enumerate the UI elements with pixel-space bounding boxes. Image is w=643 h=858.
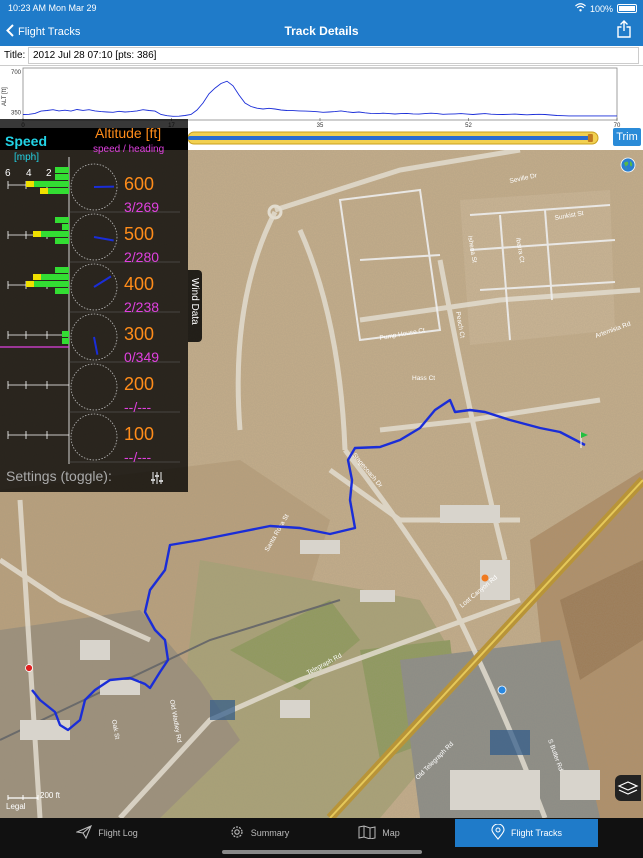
track-slider-row: Trim xyxy=(188,128,643,150)
sliders-icon[interactable] xyxy=(150,471,164,490)
wind-chart: Speed [mph] Altitude [ft] speed / headin… xyxy=(0,125,180,464)
settings-label: Settings (toggle): xyxy=(6,468,112,484)
street-label: Hass Ct xyxy=(412,375,435,382)
wind-row: 400 2/238 xyxy=(7,263,180,315)
speed-tick: 4 xyxy=(26,168,32,179)
battery-percent: 100% xyxy=(589,3,613,14)
tab-summary[interactable]: Summary xyxy=(214,819,304,847)
wind-row: 300 0/349 xyxy=(0,313,180,365)
profile-ylabel: ALT [ft] xyxy=(2,87,8,106)
battery-icon xyxy=(617,4,637,13)
tab-label: Map xyxy=(382,828,400,838)
heading-arrow xyxy=(93,236,114,242)
page-title: Track Details xyxy=(284,24,359,38)
tab-label: Flight Log xyxy=(98,828,138,838)
speed-unit: [mph] xyxy=(14,152,39,163)
row-speed-heading: --/--- xyxy=(124,449,152,464)
slider-fill xyxy=(188,136,590,140)
speed-bar xyxy=(55,217,69,223)
profile-y-ticks: 700 350 xyxy=(11,70,22,116)
profile-y-tick: 700 xyxy=(11,70,22,76)
speed-bar xyxy=(41,231,69,237)
row-speed-heading: 2/238 xyxy=(124,299,159,315)
speed-bar xyxy=(55,267,69,273)
speed-bar xyxy=(34,181,69,187)
row-altitude: 400 xyxy=(124,274,154,294)
wifi-icon xyxy=(575,3,586,14)
track-title-row: Title: 2012 Jul 28 07:10 [pts: 386] xyxy=(0,46,643,66)
wind-row: 200 --/--- xyxy=(7,363,180,415)
settings-toggle[interactable]: Settings (toggle): xyxy=(6,468,112,484)
wind-data-panel: Speed [mph] Altitude [ft] speed / headin… xyxy=(0,119,188,492)
speed-bar xyxy=(55,288,69,294)
legal-link[interactable]: Legal xyxy=(6,802,26,811)
altitude-title: Altitude [ft] xyxy=(95,125,161,141)
heading-dial xyxy=(70,363,118,411)
speed-bar xyxy=(62,224,69,230)
map-icon xyxy=(358,825,376,841)
speed-tick: 2 xyxy=(46,168,52,179)
tab-flight-log[interactable]: Flight Log xyxy=(0,819,214,847)
row-speed-heading: 0/349 xyxy=(124,349,159,365)
wind-data-tab[interactable]: Wind Data xyxy=(188,270,202,342)
speed-bar xyxy=(62,338,69,344)
status-right: 100% xyxy=(575,3,637,14)
navigation-bar: 10:23 AM Mon Mar 29 100% Flight Tracks T… xyxy=(0,0,643,46)
home-indicator xyxy=(222,850,422,854)
row-altitude: 300 xyxy=(124,324,154,344)
share-icon[interactable] xyxy=(617,20,631,43)
heading-dial xyxy=(70,413,118,461)
speed-tick: 6 xyxy=(5,168,11,179)
speed-bar xyxy=(62,331,69,337)
speed-bar xyxy=(41,274,69,280)
scale-label: 200 ft xyxy=(40,791,61,800)
map-layers-button[interactable] xyxy=(615,775,641,801)
tab-label: Flight Tracks xyxy=(510,828,562,838)
profile-y-tick: 350 xyxy=(11,110,22,116)
speed-bar xyxy=(55,238,69,244)
end-pin-icon xyxy=(25,664,33,672)
tab-flight-tracks[interactable]: Flight Tracks xyxy=(455,819,598,847)
wind-data-tab-label: Wind Data xyxy=(189,278,200,325)
status-time: 10:23 AM Mon Mar 29 xyxy=(8,3,97,13)
tab-label: Summary xyxy=(250,828,290,838)
title-label: Title: xyxy=(4,50,26,61)
location-pin-icon xyxy=(491,823,505,842)
wind-rows: 600 3/269 500 2/280 400 2/238 300 0/349 200 --/--… xyxy=(0,163,180,464)
slider-thumb xyxy=(587,134,593,142)
speed-bar xyxy=(48,188,69,194)
tab-map[interactable]: Map xyxy=(304,819,454,847)
gear-icon xyxy=(229,824,245,842)
altitude-subtitle: speed / heading xyxy=(93,144,164,155)
speed-title: Speed xyxy=(5,133,47,149)
location-marker-icon xyxy=(497,685,507,695)
heading-arrow xyxy=(93,275,112,288)
row-altitude: 100 xyxy=(124,424,154,444)
speed-bar xyxy=(55,174,69,180)
row-speed-heading: --/--- xyxy=(124,399,152,415)
speed-bar xyxy=(34,281,69,287)
poi-icon xyxy=(481,574,489,582)
wind-row: 600 3/269 xyxy=(7,163,180,215)
row-altitude: 600 xyxy=(124,174,154,194)
paper-plane-icon xyxy=(75,824,93,841)
wind-row: 100 --/--- xyxy=(7,413,180,464)
speed-bar-gust xyxy=(33,231,41,237)
speed-bar-gust xyxy=(26,281,34,287)
globe-icon[interactable] xyxy=(620,157,636,178)
trim-button[interactable]: Trim xyxy=(613,128,641,146)
speed-bar-gust xyxy=(40,188,48,194)
row-altitude: 500 xyxy=(124,224,154,244)
speed-bar xyxy=(55,167,69,173)
row-speed-heading: 2/280 xyxy=(124,249,159,265)
track-slider[interactable] xyxy=(188,128,608,150)
layers-icon xyxy=(615,781,641,805)
title-field[interactable]: 2012 Jul 28 07:10 [pts: 386] xyxy=(28,47,639,64)
row-speed-heading: 3/269 xyxy=(124,199,159,215)
heading-arrow xyxy=(93,336,99,355)
wind-row: 500 2/280 xyxy=(7,213,180,265)
speed-bar-gust xyxy=(26,181,34,187)
row-altitude: 200 xyxy=(124,374,154,394)
speed-bar-gust xyxy=(33,274,41,280)
